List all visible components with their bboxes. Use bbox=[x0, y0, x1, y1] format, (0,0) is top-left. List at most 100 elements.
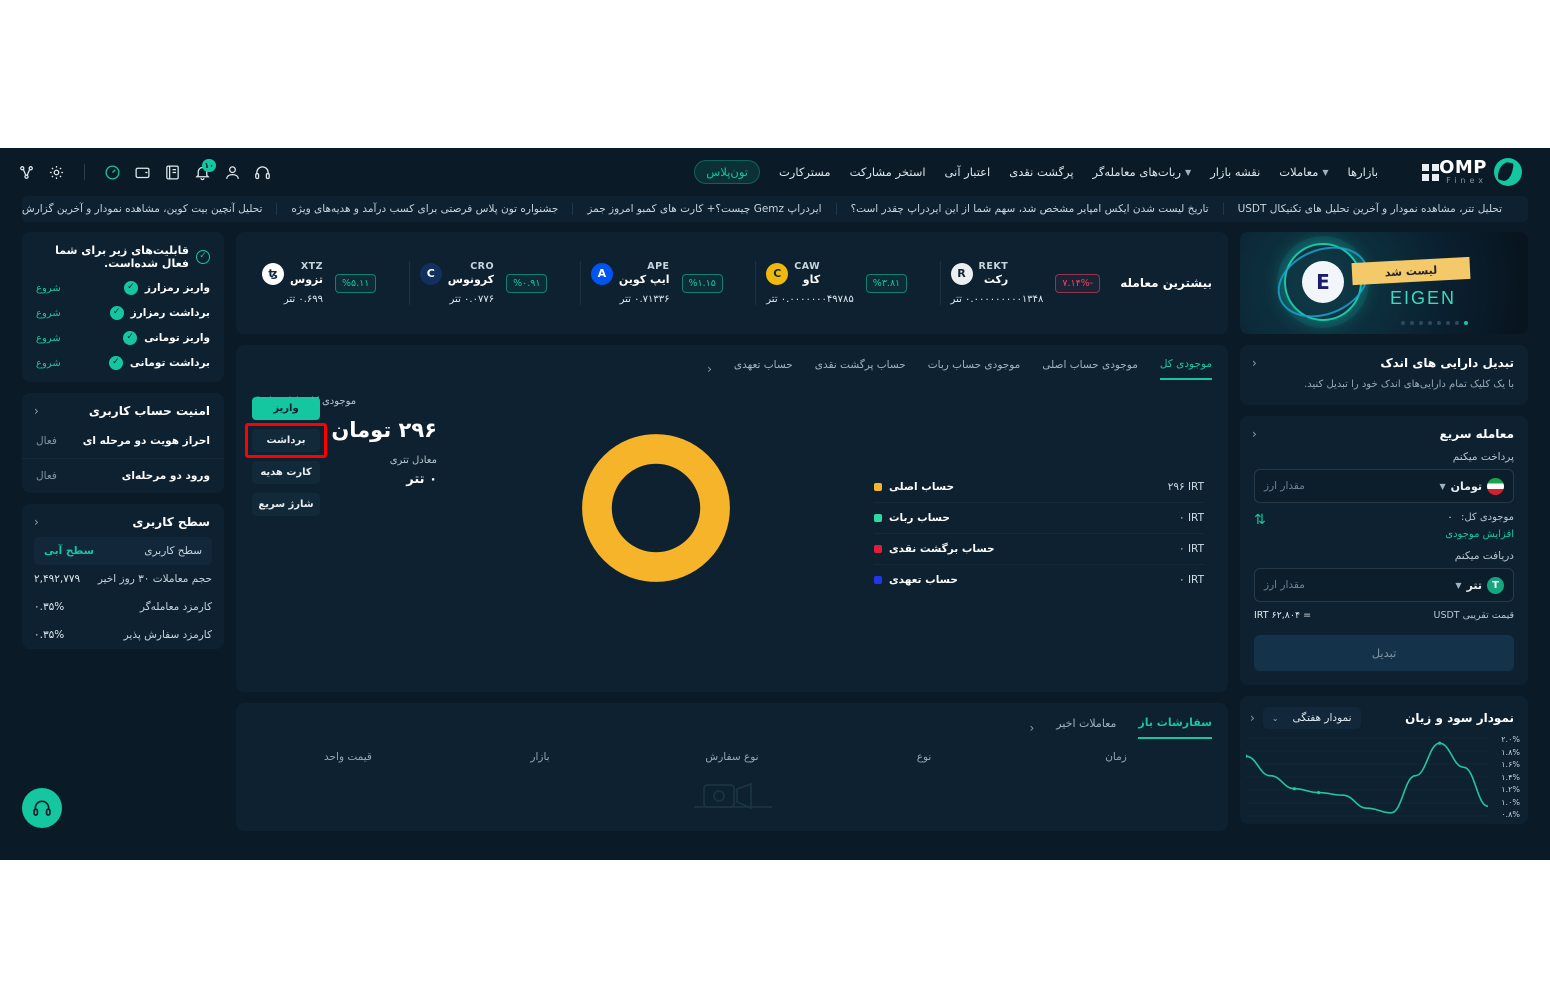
gear-icon[interactable] bbox=[48, 164, 65, 181]
carousel-dots[interactable] bbox=[1401, 321, 1468, 325]
chevron-left-icon[interactable]: ‹ bbox=[1029, 721, 1034, 735]
coin-logo-icon: A bbox=[590, 263, 613, 285]
tab-open-orders[interactable]: سفارشات باز bbox=[1138, 716, 1212, 739]
ticker-item[interactable]: ایردراپ Gemz چیست؟+ کارت های کمبو امروز … bbox=[572, 203, 835, 215]
legend-value: ۰ IRT bbox=[1178, 512, 1204, 524]
quick-trade-card: معامله سریع ‹ پرداخت میکنم تومان ▼ مقدار… bbox=[1240, 416, 1528, 685]
capability-start-link[interactable]: شروع bbox=[36, 308, 61, 319]
dashboard-icon[interactable] bbox=[104, 164, 121, 181]
pay-currency-selector[interactable]: تومان ▼ bbox=[1439, 477, 1504, 495]
top-markets-list: -۷.۱۴% REKT رکت R ۰.۰۰۰۰۰۰۰۰۰۱۳۴۸ تتر %۳.۸۱ CA… bbox=[252, 261, 1110, 305]
top-markets-card: بیشترین معامله -۷.۱۴% REKT رکت R ۰.۰۰۰۰۰۰۰۰۰… bbox=[236, 232, 1228, 334]
security-title: امنیت حساب کاربری bbox=[88, 404, 210, 418]
brand-logo[interactable]: OMP Finex bbox=[1439, 158, 1522, 186]
pnl-period-select[interactable]: نمودار هفتگی ⌄ bbox=[1262, 707, 1361, 729]
nav-label: بازارها bbox=[1347, 165, 1379, 179]
chevron-left-icon[interactable]: ‹ bbox=[1252, 356, 1257, 370]
nav-label: نقشه بازار bbox=[1210, 165, 1261, 179]
nav-label: پرگشت نقدی bbox=[1009, 165, 1074, 179]
nav-item-trading-bots[interactable]: ▼ ربات‌های معامله‌گر bbox=[1093, 165, 1192, 179]
capability-start-link[interactable]: شروع bbox=[36, 283, 61, 294]
ticker-item[interactable]: تحلیل تتر، مشاهده نمودار و آخرین تحلیل ه… bbox=[1222, 203, 1516, 215]
pay-amount-input[interactable]: مقدار ارز bbox=[1264, 480, 1305, 492]
user-icon[interactable] bbox=[224, 164, 241, 181]
small-assets-title: تبدیل دارایی های اندک bbox=[1380, 356, 1514, 370]
support-float-button[interactable] bbox=[22, 788, 62, 828]
nav-item-staking-pool[interactable]: استخر مشارکت bbox=[850, 165, 926, 179]
orders-icon[interactable] bbox=[164, 164, 181, 181]
nav-item-mastercard[interactable]: مسترکارت bbox=[779, 165, 831, 179]
chevron-left-icon[interactable]: ‹ bbox=[1250, 711, 1255, 725]
user-level-row-value: ۰.۳۵% bbox=[34, 629, 65, 641]
chevron-down-icon: ▼ bbox=[1439, 481, 1446, 491]
balance-tab-2[interactable]: موجودی حساب ربات bbox=[928, 359, 1021, 379]
deposit-button[interactable]: واریز bbox=[252, 397, 320, 420]
capability-row: برداشت تومانی ✓ شروع bbox=[22, 345, 224, 370]
promo-banner-eigen[interactable]: E لیست شد EIGEN bbox=[1240, 232, 1528, 334]
market-item-xtz[interactable]: %۵.۱۱ XTZ تزوس ꜩ ۰.۶۹۹ تتر bbox=[252, 261, 386, 305]
balance-value: ۰ bbox=[1447, 512, 1453, 523]
user-level-title: سطح کاربری bbox=[132, 515, 210, 529]
chevron-left-icon[interactable]: ‹ bbox=[1252, 427, 1257, 441]
market-price: ۰.۰۰۰۰۰۰۰۰۰۱۳۴۸ تتر bbox=[950, 293, 1044, 305]
balance-tab-0[interactable]: موجودی کل bbox=[1159, 358, 1212, 380]
withdraw-button[interactable]: برداشت bbox=[245, 423, 327, 458]
receive-field[interactable]: T تتر ▼ مقدار ارز bbox=[1254, 568, 1514, 602]
gift-card-button[interactable]: کارت هدیه bbox=[252, 461, 320, 484]
market-symbol: REKT bbox=[978, 261, 1009, 273]
market-name-fa: کاو bbox=[802, 273, 821, 287]
nav-item-markets[interactable]: بازارها bbox=[1348, 165, 1379, 179]
capabilities-header: ✓ قابلیت‌های زیر برای شما فعال شده‌است. bbox=[22, 232, 224, 270]
nav-item-ton-plus[interactable]: تون‌پلاس bbox=[694, 160, 760, 184]
market-item-cro[interactable]: %۰.۹۱ CRO کرونوس C ۰.۰۷۷۶ تتر bbox=[408, 261, 558, 305]
market-item-ape[interactable]: %۱.۱۵ APE ایپ کوین A ۰.۷۱۳۳۶ تتر bbox=[579, 261, 733, 305]
chevron-left-icon[interactable]: ‹ bbox=[34, 515, 39, 529]
user-level-card: سطح کاربری ‹ سطح کاربری سطح آبی حجم معام… bbox=[22, 504, 224, 649]
capability-start-link[interactable]: شروع bbox=[36, 358, 61, 369]
swap-direction-icon[interactable]: ⇅ bbox=[1254, 512, 1266, 528]
pnl-title: نمودار سود و زیان bbox=[1405, 711, 1514, 725]
network-icon[interactable] bbox=[18, 164, 35, 181]
pnl-plot-area: ۲.۰% ۱.۸% ۱.۶% ۱.۴% ۱.۲% ۱.۰% ۰.۸% bbox=[1240, 735, 1528, 819]
market-symbol: CAW bbox=[794, 261, 821, 273]
convert-button[interactable]: تبدیل bbox=[1254, 635, 1514, 671]
market-item-rekt[interactable]: -۷.۱۴% REKT رکت R ۰.۰۰۰۰۰۰۰۰۰۱۳۴۸ تتر bbox=[939, 261, 1111, 305]
ticker-item[interactable]: تاریخ لیست شدن ایکس امپایر مشخص شد، سهم … bbox=[835, 203, 1223, 215]
legend-row: ۰ IRT حساب برگشت نقدی bbox=[874, 534, 1204, 565]
quick-charge-button[interactable]: شارژ سریع bbox=[252, 493, 320, 516]
topup-balance-link[interactable]: افزایش موجودی bbox=[1445, 529, 1514, 540]
balance-tab-4[interactable]: حساب تعهدی bbox=[734, 359, 793, 379]
apps-grid-icon[interactable] bbox=[1422, 163, 1440, 181]
market-name-fa: تزوس bbox=[290, 273, 324, 287]
nav-item-cashback[interactable]: پرگشت نقدی bbox=[1009, 165, 1073, 179]
ticker-item[interactable]: جشنواره تون پلاس فرصتی برای کسب درآمد و … bbox=[276, 203, 572, 215]
wallet-icon[interactable] bbox=[134, 164, 151, 181]
capability-row: واریز رمزارز ✓ شروع bbox=[22, 270, 224, 295]
pnl-controls: نمودار هفتگی ⌄ ‹ bbox=[1250, 707, 1361, 729]
user-level-row-value: ۰.۳۵% bbox=[34, 601, 65, 613]
chevron-down-icon: ▼ bbox=[1455, 580, 1462, 590]
capability-start-link[interactable]: شروع bbox=[36, 333, 61, 344]
nav-item-market-map[interactable]: نقشه بازار bbox=[1210, 165, 1260, 179]
notification-icon[interactable]: ۱۰ bbox=[194, 158, 216, 181]
chevron-left-icon[interactable]: ‹ bbox=[34, 404, 39, 418]
tab-recent-trades[interactable]: معاملات اخیر bbox=[1056, 717, 1116, 738]
balance-tab-1[interactable]: موجودی حساب اصلی bbox=[1042, 359, 1138, 379]
approx-price-row: قیمت تقریبی USDT = ۶۲,۸۰۴ IRT bbox=[1240, 602, 1528, 621]
balance-tab-3[interactable]: حساب پرگشت نقدی bbox=[815, 359, 906, 379]
nav-item-instant-credit[interactable]: اعتبار آنی bbox=[945, 165, 991, 179]
support-headset-icon[interactable] bbox=[254, 164, 271, 181]
legend-name: حساب ربات bbox=[874, 512, 950, 524]
ticker-item[interactable]: تحلیل آنچین بیت کوین، مشاهده نمودار و آخ… bbox=[22, 203, 276, 215]
receive-amount-input[interactable]: مقدار ارز bbox=[1264, 579, 1305, 591]
pnl-header: نمودار سود و زیان نمودار هفتگی ⌄ ‹ bbox=[1240, 696, 1528, 729]
market-item-caw[interactable]: %۳.۸۱ CAW کاو C ۰.۰۰۰۰۰۰۰۴۹۷۸۵ تتر bbox=[755, 261, 917, 305]
nav-icon-row: ۱۰ bbox=[18, 158, 271, 181]
promo-title: EIGEN bbox=[1389, 288, 1456, 308]
nav-item-trade[interactable]: ▼ معاملات bbox=[1279, 165, 1328, 179]
chevron-left-icon[interactable]: ‹ bbox=[707, 362, 712, 376]
pay-field[interactable]: تومان ▼ مقدار ارز bbox=[1254, 469, 1514, 503]
middle-column: بیشترین معامله -۷.۱۴% REKT رکت R ۰.۰۰۰۰۰۰۰۰۰… bbox=[236, 232, 1228, 831]
receive-currency-selector[interactable]: T تتر ▼ bbox=[1455, 576, 1504, 594]
capability-row: برداشت رمزارز ✓ شروع bbox=[22, 295, 224, 320]
